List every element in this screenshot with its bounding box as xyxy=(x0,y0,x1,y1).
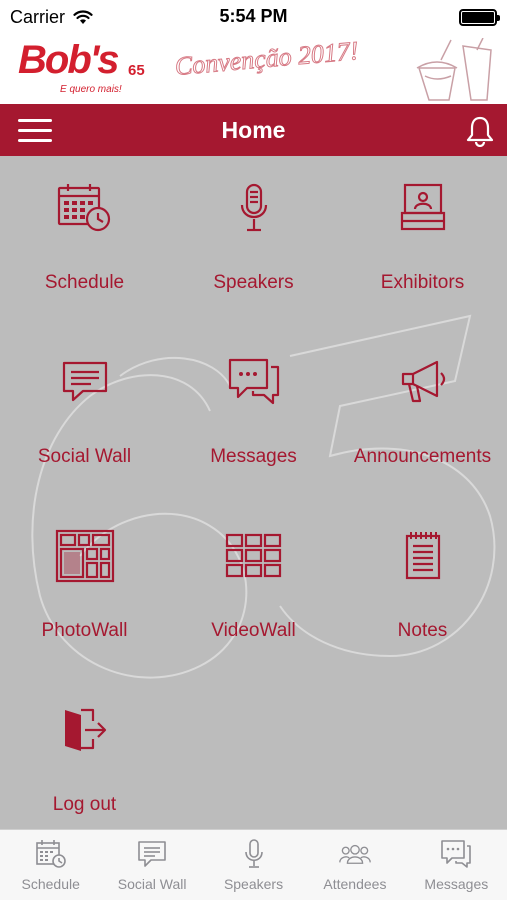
menu-tile-label: PhotoWall xyxy=(41,620,128,641)
menu-icon[interactable] xyxy=(18,118,54,142)
menu-tile-label: Announcements xyxy=(353,446,492,467)
calendar-clock-icon xyxy=(35,838,67,870)
tab-label: Social Wall xyxy=(117,876,187,892)
menu-tile-label: Log out xyxy=(52,794,117,815)
tab-label: Messages xyxy=(424,876,489,892)
microphone-icon xyxy=(238,838,270,870)
menu-tile-label: Messages xyxy=(210,446,297,467)
menu-tile-schedule[interactable]: Schedule xyxy=(0,156,169,330)
tab-schedule[interactable]: Schedule xyxy=(0,830,101,900)
home-menu-grid: Schedule Speakers Exhibitors Social Wall… xyxy=(0,156,507,829)
menu-tile-speakers[interactable]: Speakers xyxy=(169,156,338,330)
video-grid-icon xyxy=(224,528,284,584)
tab-messages[interactable]: Messages xyxy=(406,830,507,900)
menu-tile-log-out[interactable]: Log out xyxy=(0,678,169,829)
tab-attendees[interactable]: Attendees xyxy=(304,830,405,900)
tab-speakers[interactable]: Speakers xyxy=(203,830,304,900)
messages-icon xyxy=(224,354,284,410)
logout-door-icon xyxy=(55,702,115,758)
calendar-clock-icon xyxy=(55,180,115,236)
chat-bubble-icon xyxy=(55,354,115,410)
exhibitor-booth-icon xyxy=(393,180,453,236)
menu-tile-label: Social Wall xyxy=(37,446,132,467)
menu-tile-social-wall[interactable]: Social Wall xyxy=(0,330,169,504)
menu-tile-photowall[interactable]: PhotoWall xyxy=(0,504,169,678)
status-bar: Carrier 5:54 PM xyxy=(0,0,507,34)
microphone-icon xyxy=(224,180,284,236)
people-icon xyxy=(339,838,371,870)
bottom-tab-bar: Schedule Social Wall Speakers Attendees … xyxy=(0,829,507,900)
status-time: 5:54 PM xyxy=(219,6,288,26)
menu-tile-label: Notes xyxy=(397,620,448,641)
notification-bell-icon[interactable] xyxy=(465,115,495,147)
event-banner: Bob's 65 E quero mais! Convenção 2017! xyxy=(0,34,507,104)
tab-label: Attendees xyxy=(323,876,387,892)
tab-label: Schedule xyxy=(21,876,80,892)
battery-icon xyxy=(459,9,500,26)
menu-tile-label: Schedule xyxy=(44,272,125,293)
page-title: Home xyxy=(221,117,286,143)
chat-bubble-icon xyxy=(136,838,168,870)
milkshake-illustration xyxy=(416,38,492,101)
menu-tile-messages[interactable]: Messages xyxy=(169,330,338,504)
brand-tagline: E quero mais! xyxy=(60,84,122,95)
tab-social-wall[interactable]: Social Wall xyxy=(101,830,202,900)
megaphone-icon xyxy=(393,354,453,410)
menu-tile-videowall[interactable]: VideoWall xyxy=(169,504,338,678)
menu-tile-label: Exhibitors xyxy=(380,272,465,293)
brand-logo-number: 65 xyxy=(128,62,145,79)
menu-tile-label: VideoWall xyxy=(211,620,296,641)
notepad-icon xyxy=(393,528,453,584)
photo-grid-icon xyxy=(55,528,115,584)
tab-label: Speakers xyxy=(223,876,284,892)
brand-logo: Bob's xyxy=(18,38,120,82)
event-title: Convenção 2017! xyxy=(173,36,360,82)
messages-icon xyxy=(440,838,472,870)
menu-tile-label: Speakers xyxy=(213,272,294,293)
menu-tile-notes[interactable]: Notes xyxy=(338,504,507,678)
menu-tile-exhibitors[interactable]: Exhibitors xyxy=(338,156,507,330)
app-header: Home xyxy=(0,104,507,156)
menu-tile-announcements[interactable]: Announcements xyxy=(338,330,507,504)
